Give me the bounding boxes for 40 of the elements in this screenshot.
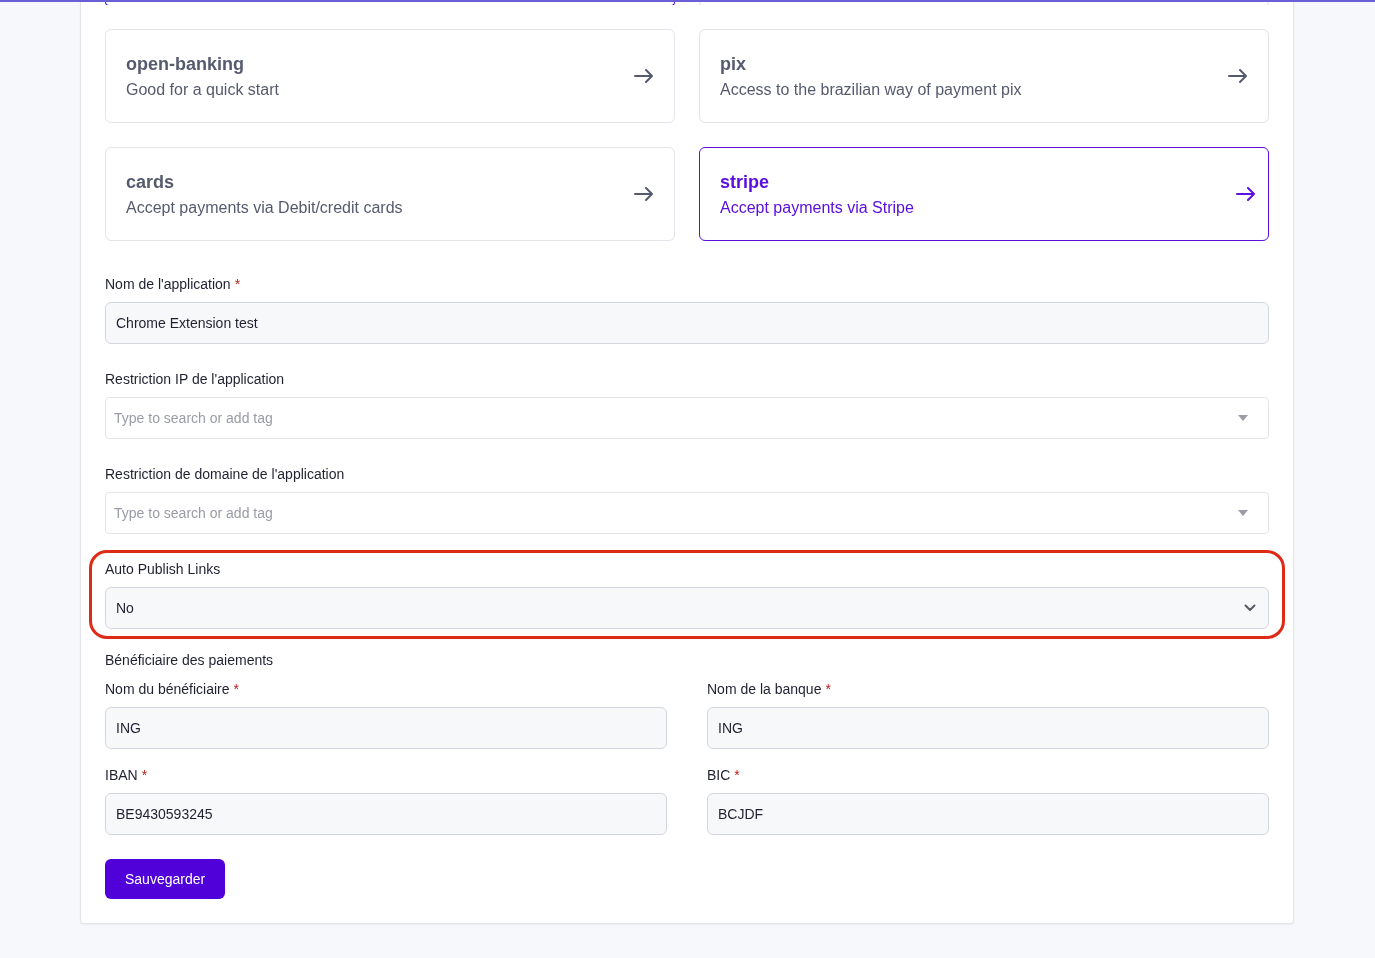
text-input[interactable]: BCJDF <box>707 793 1269 835</box>
required-asterisk: * <box>141 767 148 783</box>
arrow-right-icon <box>634 187 654 201</box>
arrow-right-icon <box>634 69 654 83</box>
chevron-down-icon <box>1244 604 1256 612</box>
text-input[interactable]: Chrome Extension test <box>105 302 1269 344</box>
section-title: Bénéficiaire des paiements <box>105 652 275 670</box>
required-asterisk: * <box>825 681 831 697</box>
arrow-right-icon <box>1236 187 1256 201</box>
field-label: Auto Publish Links <box>105 561 221 577</box>
payment-option-card[interactable]: pix Access to the brazilian way of payment pix <box>699 29 1269 123</box>
select-field[interactable]: No <box>105 587 1269 629</box>
card-title: stripe <box>720 171 771 193</box>
required-asterisk: * <box>234 276 241 292</box>
field-label: Restriction IP de l'application <box>105 371 285 387</box>
card-description: Accept payments via Stripe <box>720 198 914 217</box>
required-asterisk: * <box>233 681 239 697</box>
text-input[interactable]: ING <box>105 707 667 749</box>
card-title: cards <box>126 171 176 193</box>
field-label: Nom de la banque <box>707 681 822 697</box>
field-label: IBAN <box>105 767 138 783</box>
field-label: BIC <box>707 767 731 783</box>
payment-option-card[interactable]: open-banking Good for a quick start <box>105 29 675 123</box>
dropdown-triangle-icon <box>1238 415 1248 421</box>
card-description: Accept payments via Debit/credit cards <box>126 198 403 217</box>
payment-option-card[interactable]: stripe Accept payments via Stripe <box>699 147 1269 241</box>
card-description: Good for a quick start <box>126 80 279 99</box>
field-label: Nom du bénéficiaire <box>105 681 230 697</box>
card-description: Access to the brazilian way of payment pix <box>720 80 1022 99</box>
arrow-right-icon <box>1228 69 1248 83</box>
card-title: open-banking <box>126 53 245 75</box>
save-button[interactable]: Sauvegarder <box>105 859 226 899</box>
card-title: pix <box>720 53 747 75</box>
dropdown-triangle-icon <box>1238 510 1248 516</box>
field-label: Restriction de domaine de l'application <box>105 466 345 482</box>
required-asterisk: * <box>734 767 740 783</box>
field-label: Nom de l'application <box>105 276 231 292</box>
payment-option-card[interactable]: cards Accept payments via Debit/credit cards <box>105 147 675 241</box>
text-input[interactable]: ING <box>707 707 1269 749</box>
text-input[interactable]: BE9430593245 <box>105 793 667 835</box>
